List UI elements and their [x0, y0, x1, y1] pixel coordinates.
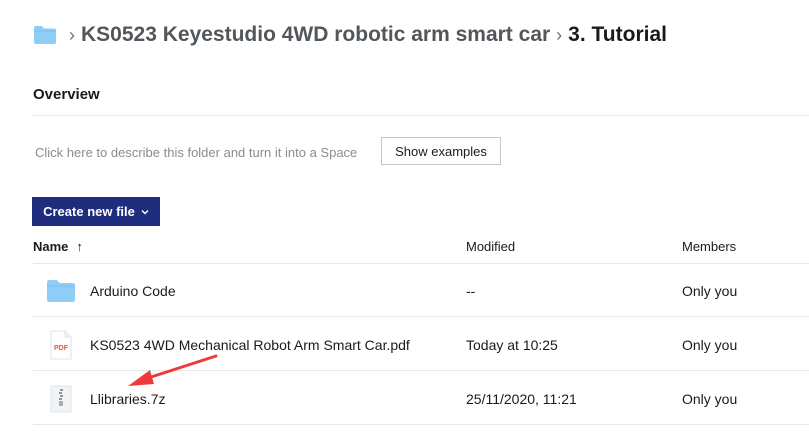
zip-file-icon [50, 385, 72, 412]
column-header-members[interactable]: Members [682, 239, 736, 254]
show-examples-button[interactable]: Show examples [381, 137, 501, 165]
table-row[interactable]: Arduino Code -- Only you [33, 264, 809, 317]
folder-description-prompt[interactable]: Click here to describe this folder and t… [35, 145, 357, 160]
chevron-down-icon [141, 209, 149, 214]
overview-heading: Overview [33, 86, 100, 103]
sort-ascending-icon: ↑ [76, 239, 83, 254]
file-name[interactable]: Llibraries.7z [90, 391, 165, 407]
column-header-name-label: Name [33, 239, 69, 254]
breadcrumb-separator: › [556, 24, 563, 45]
modified-date: Today at 10:25 [466, 336, 558, 353]
modified-date: 25/11/2020, 11:21 [466, 390, 577, 407]
table-row[interactable]: PDF KS0523 4WD Mechanical Robot Arm Smar… [33, 318, 809, 371]
file-name[interactable]: Arduino Code [90, 283, 176, 299]
row-divider [33, 370, 809, 371]
members: Only you [682, 336, 738, 353]
modified-date: -- [466, 282, 476, 299]
pdf-file-icon: PDF [50, 330, 72, 359]
breadcrumb-item-parent[interactable]: KS0523 Keyestudio 4WD robotic arm smart … [81, 23, 550, 47]
breadcrumb-item-current: 3. Tutorial [568, 23, 667, 46]
column-header-modified[interactable]: Modified [466, 239, 515, 254]
row-divider [33, 424, 809, 425]
folder-icon[interactable] [33, 25, 57, 45]
divider [33, 115, 809, 116]
create-new-file-button[interactable]: Create new file [32, 197, 160, 226]
table-row[interactable]: Llibraries.7z 25/11/2020, 11:21 Only you [33, 372, 809, 425]
column-header-name[interactable]: Name ↑ [33, 239, 83, 254]
row-divider [33, 316, 809, 317]
create-new-file-label: Create new file [43, 204, 135, 219]
file-name[interactable]: KS0523 4WD Mechanical Robot Arm Smart Ca… [90, 337, 410, 353]
members: Only you [682, 390, 738, 407]
members: Only you [682, 282, 738, 299]
breadcrumb: › KS0523 Keyestudio 4WD robotic arm smar… [33, 20, 667, 50]
breadcrumb-separator: › [69, 24, 75, 45]
pdf-icon-label: PDF [54, 345, 69, 352]
folder-icon [47, 279, 75, 302]
